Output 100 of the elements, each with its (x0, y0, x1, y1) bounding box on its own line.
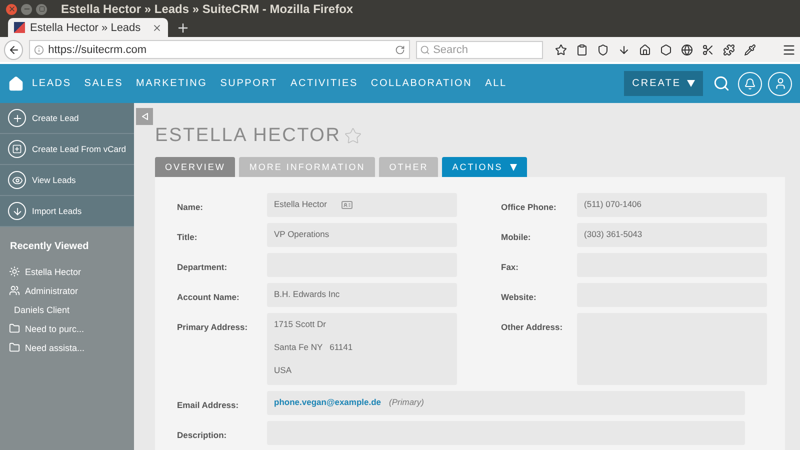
sidebar-action[interactable]: Create Lead From vCard (0, 134, 134, 165)
recent-item[interactable]: Need to purc... (0, 319, 134, 338)
nav-link[interactable]: SALES (84, 78, 124, 89)
new-tab-icon (176, 20, 190, 34)
close-tab-icon (152, 22, 162, 32)
close-glyph-icon (8, 5, 16, 13)
recent-label: Administrator (25, 286, 78, 296)
sidebar-action[interactable]: View Leads (0, 165, 134, 196)
home-icon (8, 76, 24, 92)
value-text: VP Operations (274, 229, 330, 239)
download-icon (618, 44, 630, 56)
collapse-button[interactable] (136, 108, 154, 125)
folder-icon (9, 342, 20, 353)
sidebar-action[interactable]: Import Leads (0, 196, 134, 227)
field-label: Description: (177, 429, 228, 442)
download-icon (12, 206, 22, 216)
field-label: Title: (177, 231, 198, 244)
field-label: Primary Address: (177, 321, 249, 334)
search-field[interactable]: Search (416, 40, 543, 58)
nav-link[interactable]: SUPPORT (220, 78, 278, 89)
folder-icon (9, 323, 20, 334)
id-card-icon (340, 199, 353, 211)
address-line: USA (274, 365, 292, 375)
maximize-icon[interactable] (36, 4, 47, 14)
field-label: Name: (177, 201, 204, 214)
clipboard-icon (576, 44, 588, 56)
triangle-icon (142, 113, 148, 120)
field-label: Office Phone: (501, 201, 558, 214)
value-text: B.H. Edwards Inc (274, 289, 340, 299)
reload-icon (395, 44, 406, 54)
field-label: Mobile: (501, 231, 532, 244)
action-label: Import Leads (32, 206, 82, 216)
bell-icon[interactable] (738, 72, 762, 96)
search-icon (713, 75, 730, 92)
search-icon (420, 44, 430, 54)
nav-link[interactable]: LEADS (32, 78, 72, 89)
action-label: Create Lead From vCard (32, 144, 126, 154)
recent-label: Daniels Client (14, 304, 70, 314)
recent-item[interactable]: Need assista... (0, 338, 134, 357)
close-icon[interactable] (6, 4, 17, 14)
sidebar-action[interactable]: Create Lead (0, 103, 134, 134)
record-tab[interactable]: ACTIONS (442, 157, 527, 177)
value-text: Estella Hector (274, 199, 327, 209)
shield-icon (597, 44, 609, 56)
caret-icon (510, 164, 517, 170)
recent-label: Need assista... (25, 342, 85, 352)
nav-link[interactable]: ACTIVITIES (290, 78, 358, 89)
star-outline-icon (344, 127, 362, 145)
address-line: 1715 Scott Dr (274, 319, 327, 329)
user-glyph-icon (774, 77, 786, 90)
nav-link[interactable]: ALL (485, 78, 507, 89)
window-title: Estella Hector » Leads » SuiteCRM - Mozilla Firefox (61, 2, 354, 16)
scissors-icon (702, 44, 714, 56)
value-text: (303) 361-5043 (584, 229, 642, 239)
info-icon (34, 44, 44, 54)
vcard-icon[interactable] (340, 199, 353, 211)
add-card-icon (12, 144, 22, 154)
star-icon (555, 44, 567, 56)
pipette-icon (744, 44, 756, 56)
action-label: Create Lead (32, 113, 79, 123)
users-icon (9, 285, 20, 296)
create-button[interactable]: CREATE (624, 71, 703, 96)
user-icon[interactable] (768, 72, 792, 96)
home-icon (639, 44, 651, 56)
recent-item[interactable]: Daniels Client (0, 300, 134, 319)
record-title: ESTELLA HECTOR (155, 125, 341, 147)
browser-tab[interactable]: Estella Hector » Leads (8, 18, 168, 37)
field-label: Account Name: (177, 291, 240, 304)
field-label: Department: (177, 261, 228, 274)
url-field[interactable]: https://suitecrm.com (29, 40, 410, 59)
bell-glyph-icon (744, 78, 756, 90)
field-label: Fax: (501, 261, 520, 274)
recent-item[interactable]: Administrator (0, 281, 134, 300)
address-line: Santa Fe NY 61141 (274, 342, 354, 352)
email-note: (Primary) (389, 397, 424, 407)
back-arrow-icon (8, 44, 20, 56)
back-button[interactable] (4, 40, 24, 60)
record-tab[interactable]: OTHER (379, 157, 438, 177)
record-tab[interactable]: OVERVIEW (155, 157, 236, 177)
field-label: Email Address: (177, 399, 240, 412)
recent-item[interactable]: Estella Hector (0, 262, 134, 281)
menu-icon (782, 42, 796, 56)
nav-link[interactable]: COLLABORATION (370, 78, 472, 89)
recently-viewed-title: Recently Viewed (10, 241, 90, 252)
value-text: (511) 070-1406 (584, 199, 642, 209)
globe-icon (681, 44, 693, 56)
action-label: View Leads (32, 175, 76, 185)
field-label: Other Address: (501, 321, 564, 334)
eye-icon (12, 174, 22, 186)
caret-icon (687, 80, 695, 87)
record-tab[interactable]: MORE INFORMATION (239, 157, 376, 177)
favorite-icon[interactable] (344, 127, 362, 145)
minimize-icon[interactable] (21, 4, 32, 14)
puzzle-icon (723, 44, 735, 56)
plus-icon (12, 112, 22, 124)
nav-link[interactable]: MARKETING (136, 78, 208, 89)
email-link[interactable]: phone.vegan@example.de (274, 397, 382, 407)
recent-label: Estella Hector (25, 266, 82, 276)
field-label: Website: (501, 291, 538, 304)
recent-label: Need to purc... (25, 324, 84, 334)
